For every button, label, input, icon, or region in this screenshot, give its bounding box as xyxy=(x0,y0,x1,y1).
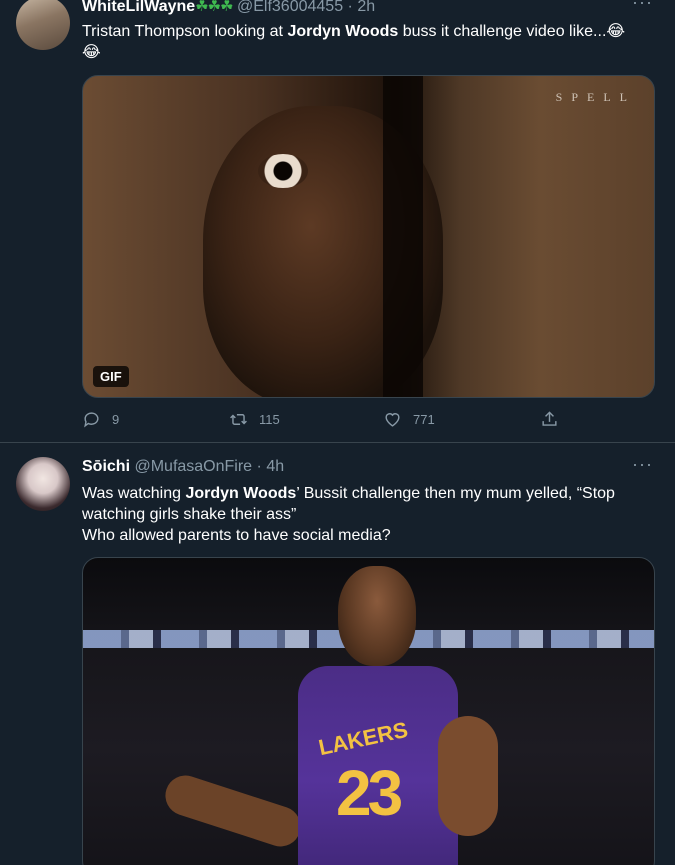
like-count: 771 xyxy=(413,412,435,427)
tweet-text-emoji: 😂 xyxy=(82,44,101,61)
tweet-text: Tristan Thompson looking at Jordyn Woods… xyxy=(82,21,657,63)
gif-eye xyxy=(258,154,308,188)
display-name[interactable]: WhiteLilWayne xyxy=(82,0,195,15)
user-handle[interactable]: @Elf36004455 xyxy=(237,0,343,15)
tweet[interactable]: Sōichi @MufasaOnFire · 4h ··· Was watchi… xyxy=(0,444,675,865)
tweet-header: WhiteLilWayne☘☘☘ @Elf36004455 · 2h xyxy=(82,0,375,16)
tweet-header: Sōichi @MufasaOnFire · 4h xyxy=(82,458,284,476)
tweet-text-bold: Jordyn Woods xyxy=(185,485,297,502)
timestamp[interactable]: 2h xyxy=(357,0,375,15)
reply-button[interactable]: 9 xyxy=(82,410,119,429)
share-icon xyxy=(542,411,557,426)
retweet-button[interactable]: 115 xyxy=(229,410,280,429)
player-arm xyxy=(438,716,498,836)
tweet-text-part: ’ Bussit challenge then my mum yelled, “… xyxy=(296,485,615,502)
share-button[interactable] xyxy=(540,410,559,429)
retweet-icon xyxy=(230,414,247,425)
tweet-text-part: Who allowed parents to have social media… xyxy=(82,527,391,544)
tweet-text: Was watching Jordyn Woods’ Bussit challe… xyxy=(82,483,657,546)
gif-badge: GIF xyxy=(93,366,129,387)
like-icon xyxy=(385,413,400,427)
tweet[interactable]: WhiteLilWayne☘☘☘ @Elf36004455 · 2h ··· T… xyxy=(0,0,675,443)
tweet-text-part: buss it challenge video like...😂 xyxy=(398,23,626,40)
gif-shadow xyxy=(383,76,423,397)
retweet-count: 115 xyxy=(259,412,280,427)
avatar[interactable] xyxy=(16,0,70,50)
more-icon[interactable]: ··· xyxy=(632,0,653,13)
user-handle[interactable]: @MufasaOnFire xyxy=(134,458,252,475)
tweet-gif[interactable]: SPELL GIF xyxy=(82,75,655,398)
separator-dot: · xyxy=(256,458,262,475)
like-button[interactable]: 771 xyxy=(383,410,435,429)
more-icon[interactable]: ··· xyxy=(632,454,653,475)
display-name[interactable]: Sōichi xyxy=(82,458,130,475)
tweet-text-part: Tristan Thompson looking at xyxy=(82,23,288,40)
timestamp[interactable]: 4h xyxy=(266,458,284,475)
tweet-image[interactable]: LAKERS 23 xyxy=(82,557,655,865)
tweet-text-bold: Jordyn Woods xyxy=(287,23,399,40)
gif-watermark: SPELL xyxy=(555,90,636,104)
jersey-number: 23 xyxy=(336,757,403,829)
player-figure: LAKERS 23 xyxy=(160,566,503,865)
clover-emoji: ☘☘☘ xyxy=(195,0,233,15)
tweet-text-part: Was watching xyxy=(82,485,186,502)
reply-count: 9 xyxy=(112,412,120,427)
tweet-actions: 9 115 771 xyxy=(82,410,562,432)
tweet-text-part: watching girls shake their ass” xyxy=(82,506,297,523)
separator-dot: · xyxy=(347,0,353,15)
player-arm xyxy=(160,770,306,852)
player-head xyxy=(338,566,416,666)
reply-icon xyxy=(84,412,99,428)
avatar[interactable] xyxy=(16,457,70,511)
